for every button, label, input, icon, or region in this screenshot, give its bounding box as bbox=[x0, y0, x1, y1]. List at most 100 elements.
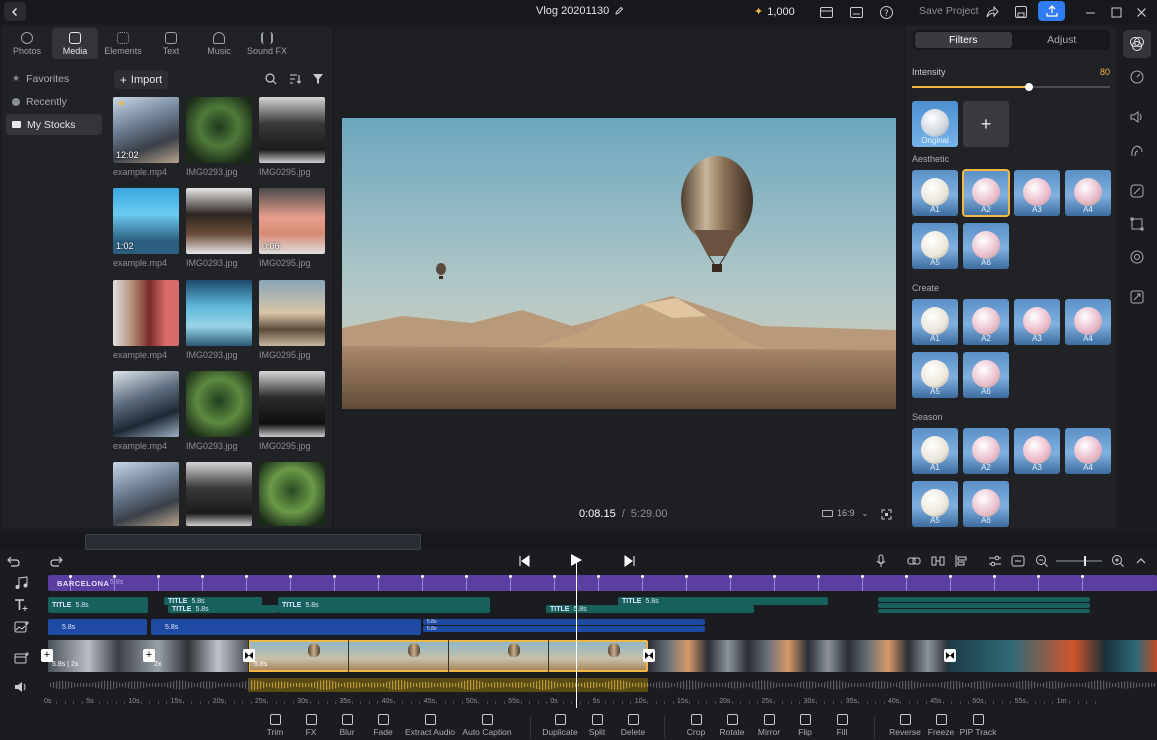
filter-tile[interactable]: A6 bbox=[963, 352, 1009, 398]
export-button[interactable] bbox=[1038, 1, 1065, 21]
zoom-in-icon[interactable] bbox=[1111, 554, 1125, 568]
filter-tile[interactable]: A1 bbox=[912, 299, 958, 345]
transition-icon[interactable] bbox=[944, 649, 956, 662]
filter-tile[interactable]: A1 bbox=[912, 170, 958, 216]
color-filter-icon[interactable] bbox=[1123, 30, 1151, 58]
align-icon[interactable] bbox=[954, 554, 968, 568]
skip-forward-icon[interactable] bbox=[623, 554, 637, 568]
title-clip[interactable]: TITLE 5.8s bbox=[164, 597, 262, 605]
track-settings-icon[interactable] bbox=[988, 554, 1002, 568]
tab-filters[interactable]: Filters bbox=[915, 32, 1012, 48]
maximize-icon[interactable] bbox=[1108, 4, 1124, 20]
filter-tile[interactable]: A4 bbox=[1065, 428, 1111, 474]
zoom-out-icon[interactable] bbox=[1035, 554, 1049, 568]
media-thumbnail[interactable] bbox=[259, 462, 325, 526]
chroma-key-icon[interactable] bbox=[1128, 248, 1146, 266]
filter-tile[interactable]: A5 bbox=[912, 481, 958, 527]
tab-photos[interactable]: Photos bbox=[4, 28, 50, 59]
fullscreen-icon[interactable] bbox=[881, 509, 892, 520]
volume-icon[interactable] bbox=[1128, 108, 1146, 126]
filter-tile[interactable]: A6 bbox=[963, 223, 1009, 269]
filter-tile[interactable]: A3 bbox=[1014, 299, 1060, 345]
minimize-icon[interactable] bbox=[1082, 4, 1098, 20]
tab-elements[interactable]: Elements bbox=[100, 28, 146, 59]
media-thumbnail[interactable] bbox=[113, 462, 179, 526]
filter-original[interactable]: Original bbox=[912, 101, 958, 147]
filter-tile[interactable]: A3 bbox=[1014, 428, 1060, 474]
video-preview[interactable] bbox=[342, 118, 896, 409]
overlay-clip[interactable]: 5.8s bbox=[423, 626, 705, 632]
media-thumbnail[interactable]: 0:06 bbox=[259, 188, 325, 254]
undo-icon[interactable] bbox=[6, 554, 20, 568]
project-title[interactable]: Vlog 20201130 bbox=[536, 5, 624, 17]
speed-icon[interactable] bbox=[1128, 68, 1146, 86]
media-thumbnail[interactable] bbox=[186, 462, 252, 526]
caption-icon[interactable] bbox=[1011, 554, 1025, 568]
overlay-clip[interactable]: 5.8s bbox=[151, 619, 421, 635]
filter-tile[interactable]: A1 bbox=[912, 428, 958, 474]
mask-icon[interactable] bbox=[1128, 182, 1146, 200]
share-icon[interactable] bbox=[984, 4, 1000, 20]
video-clip-speedometer[interactable] bbox=[648, 640, 948, 672]
zoom-slider[interactable] bbox=[1056, 556, 1102, 566]
filter-tile[interactable]: A4 bbox=[1065, 170, 1111, 216]
import-button[interactable]: + Import bbox=[114, 70, 168, 89]
nav-my-stocks[interactable]: My Stocks bbox=[6, 114, 102, 135]
skip-back-icon[interactable] bbox=[517, 554, 531, 568]
save-icon[interactable] bbox=[1013, 4, 1029, 20]
help-icon[interactable]: ? bbox=[878, 4, 894, 20]
media-thumbnail[interactable] bbox=[186, 188, 252, 254]
tab-music[interactable]: Music bbox=[196, 28, 242, 59]
link-icon[interactable] bbox=[907, 554, 921, 568]
delete-button[interactable]: Delete bbox=[603, 714, 663, 737]
search-icon[interactable] bbox=[265, 73, 277, 85]
music-track[interactable]: BARCELONA 5.8s bbox=[48, 575, 1157, 591]
transform-icon[interactable] bbox=[1128, 215, 1146, 233]
aspect-ratio-select[interactable]: 16:9 ⌄ bbox=[822, 508, 868, 518]
filter-tile[interactable]: A5 bbox=[912, 352, 958, 398]
nav-recently[interactable]: Recently bbox=[6, 91, 102, 112]
pencil-icon[interactable] bbox=[614, 6, 624, 16]
filter-icon[interactable] bbox=[312, 73, 324, 85]
filter-tile[interactable]: A2 bbox=[963, 299, 1009, 345]
add-filter-button[interactable]: + bbox=[963, 101, 1009, 147]
time-ruler[interactable]: 0s 5s 10s 15s 20s 25s 30s 35s 40s 45s 50s 55s 0s 5s 10… bbox=[44, 692, 1157, 712]
audio-wave-icon[interactable] bbox=[1128, 142, 1146, 160]
title-clip[interactable]: TITLE 5.8s bbox=[278, 597, 490, 613]
redo-icon[interactable] bbox=[50, 554, 64, 568]
filter-tile[interactable]: A6 bbox=[963, 481, 1009, 527]
nav-favorites[interactable]: ★ Favorites bbox=[6, 68, 102, 89]
title-clip-stub[interactable] bbox=[878, 603, 1090, 608]
keyboard-icon[interactable] bbox=[848, 4, 864, 20]
timeline-visible-window[interactable] bbox=[85, 534, 421, 550]
split-view-icon[interactable] bbox=[931, 554, 945, 568]
media-thumbnail[interactable]: ★ 12:02 bbox=[113, 97, 179, 163]
title-clip[interactable]: TITLE 5.8s bbox=[618, 597, 828, 605]
video-clip-city-night[interactable] bbox=[948, 640, 1157, 672]
sort-icon[interactable] bbox=[289, 73, 301, 85]
media-thumbnail[interactable] bbox=[259, 371, 325, 437]
chevron-up-icon[interactable] bbox=[1134, 554, 1148, 568]
extract-audio-button[interactable]: Extract Audio bbox=[400, 714, 460, 737]
title-clip[interactable]: TITLE 5.8s bbox=[48, 597, 148, 613]
intensity-slider[interactable] bbox=[912, 83, 1110, 91]
layout-icon[interactable] bbox=[818, 4, 834, 20]
favorite-star-icon[interactable]: ★ bbox=[117, 98, 125, 109]
filter-tile[interactable]: A5 bbox=[912, 223, 958, 269]
credits-counter[interactable]: ✦ 1,000 bbox=[754, 5, 795, 19]
timeline-overview[interactable] bbox=[0, 532, 1157, 550]
media-thumbnail[interactable] bbox=[113, 280, 179, 346]
title-clip[interactable]: TITLE 5.8s bbox=[546, 605, 754, 613]
playhead[interactable] bbox=[576, 558, 577, 708]
media-thumbnail[interactable] bbox=[259, 280, 325, 346]
transition-icon[interactable] bbox=[643, 649, 655, 662]
media-thumbnail[interactable] bbox=[186, 97, 252, 163]
title-clip-stub[interactable] bbox=[878, 597, 1090, 602]
filter-tile[interactable]: A4 bbox=[1065, 299, 1111, 345]
audio-track-volume-icon[interactable] bbox=[12, 679, 32, 695]
zoom-slider-knob[interactable] bbox=[1084, 556, 1086, 566]
title-clip[interactable]: TITLE 5.8s bbox=[168, 605, 278, 613]
media-thumbnail[interactable] bbox=[186, 280, 252, 346]
resize-icon[interactable] bbox=[1128, 288, 1146, 306]
tab-media[interactable]: Media bbox=[52, 28, 98, 59]
